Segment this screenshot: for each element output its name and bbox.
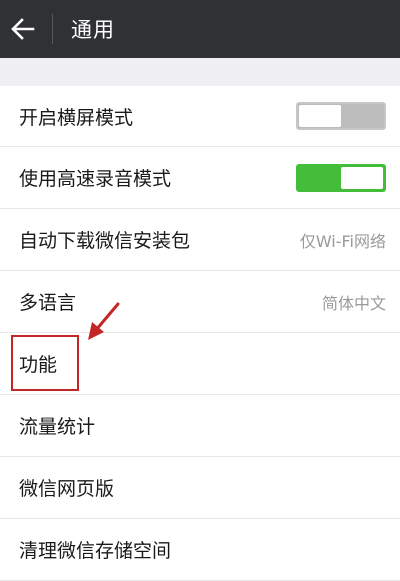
settings-list: 开启横屏模式 使用高速录音模式 自动下载微信安装包 仅Wi-Fi网络 多语言 简…	[0, 86, 400, 581]
setting-high-speed-recording[interactable]: 使用高速录音模式	[0, 147, 400, 209]
setting-data-usage[interactable]: 流量统计	[0, 395, 400, 457]
setting-label: 微信网页版	[19, 478, 115, 500]
setting-label: 使用高速录音模式	[19, 168, 172, 190]
toggle-knob	[341, 166, 383, 189]
back-button[interactable]	[0, 0, 46, 58]
toggle-knob	[299, 105, 341, 127]
setting-label: 流量统计	[19, 416, 96, 438]
arrow-left-icon	[11, 18, 35, 40]
setting-web-wechat[interactable]: 微信网页版	[0, 457, 400, 519]
setting-label: 清理微信存储空间	[19, 540, 172, 562]
setting-value: 简体中文	[321, 293, 386, 313]
setting-auto-download[interactable]: 自动下载微信安装包 仅Wi-Fi网络	[0, 209, 400, 271]
annotation-arrow-icon	[88, 302, 120, 340]
setting-language[interactable]: 多语言 简体中文	[0, 271, 400, 333]
page-title: 通用	[71, 18, 115, 42]
high-speed-recording-toggle[interactable]	[296, 163, 386, 192]
setting-landscape-mode[interactable]: 开启横屏模式	[0, 86, 400, 147]
setting-label: 多语言	[19, 292, 77, 314]
setting-value: 仅Wi-Fi网络	[299, 231, 386, 251]
setting-label: 自动下载微信安装包	[19, 230, 191, 252]
setting-clear-storage[interactable]: 清理微信存储空间	[0, 519, 400, 581]
setting-label: 开启横屏模式	[19, 106, 134, 129]
landscape-toggle[interactable]	[296, 102, 386, 130]
header-divider	[52, 14, 53, 44]
section-gap	[0, 58, 400, 86]
annotation-highlight-box	[11, 335, 79, 391]
top-bar: 通用	[0, 0, 400, 58]
